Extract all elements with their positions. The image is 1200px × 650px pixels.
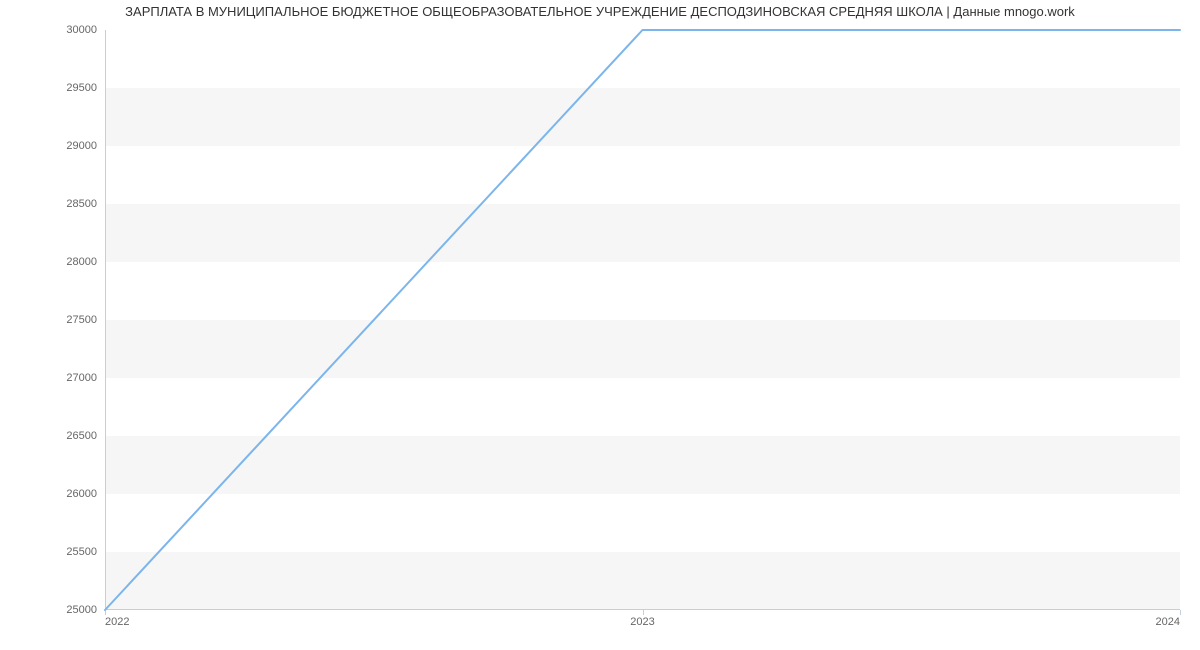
- y-tick-label: 26000: [66, 488, 97, 500]
- y-tick-label: 27000: [66, 372, 97, 384]
- y-tick-label: 25000: [66, 604, 97, 616]
- data-series-line: [105, 30, 1180, 610]
- y-tick-label: 27500: [66, 314, 97, 326]
- x-tick-label: 2023: [630, 616, 654, 628]
- y-tick-label: 28000: [66, 256, 97, 268]
- x-tick: [1180, 610, 1181, 615]
- plot-area: 25000 25500 26000 26500 27000 27500 2800…: [105, 30, 1180, 610]
- line-chart: ЗАРПЛАТА В МУНИЦИПАЛЬНОЕ БЮДЖЕТНОЕ ОБЩЕО…: [0, 0, 1200, 650]
- y-tick-label: 30000: [66, 24, 97, 36]
- y-tick-label: 29000: [66, 140, 97, 152]
- y-tick-label: 25500: [66, 546, 97, 558]
- x-tick-label: 2022: [105, 616, 129, 628]
- x-tick: [643, 610, 644, 615]
- y-tick-label: 26500: [66, 430, 97, 442]
- y-tick-label: 29500: [66, 82, 97, 94]
- x-tick-label: 2024: [1156, 616, 1180, 628]
- y-tick-label: 28500: [66, 198, 97, 210]
- chart-title: ЗАРПЛАТА В МУНИЦИПАЛЬНОЕ БЮДЖЕТНОЕ ОБЩЕО…: [0, 4, 1200, 19]
